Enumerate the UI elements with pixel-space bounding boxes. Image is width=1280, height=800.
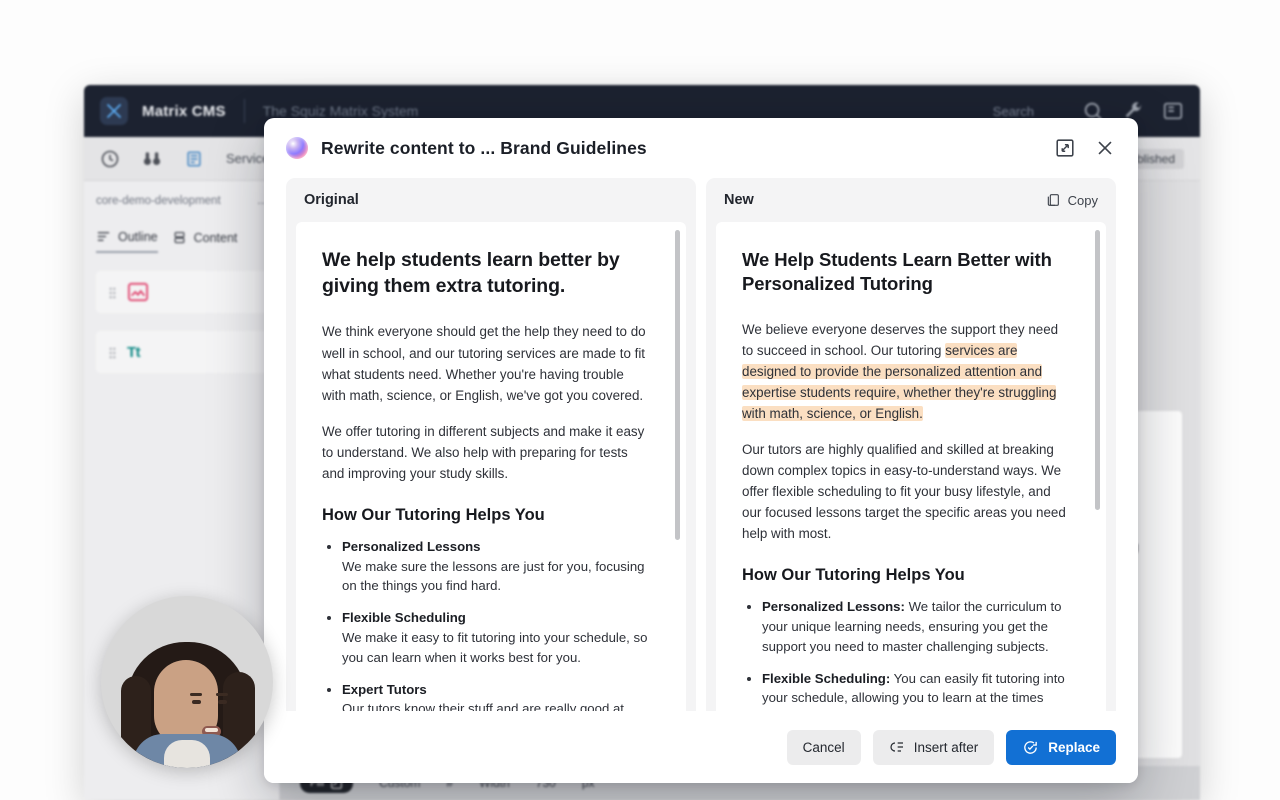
replace-button[interactable]: Replace	[1006, 729, 1116, 765]
avatar	[121, 642, 255, 768]
original-scrollbar[interactable]	[675, 230, 680, 540]
list-item: Expert Tutors Our tutors know their stuf…	[342, 680, 648, 711]
new-scrollbar[interactable]	[1095, 230, 1100, 510]
new-paragraph-2: Our tutors are highly qualified and skil…	[742, 442, 1066, 542]
dialog-footer: Cancel Insert after Replace	[264, 711, 1138, 783]
list-item: Flexible Scheduling: You can easily fit …	[762, 669, 1068, 711]
original-panel: Original We help students learn better b…	[286, 178, 696, 711]
drag-handle-icon[interactable]	[108, 286, 117, 299]
panel-title-original: Original	[304, 192, 359, 208]
original-heading: We help students learn better by giving …	[322, 249, 620, 297]
expand-icon[interactable]	[1054, 137, 1076, 159]
screen: Matrix CMS The Squiz Matrix System Searc…	[0, 0, 1280, 800]
sidebar-item-label: Content	[193, 230, 238, 245]
ai-sparkle-icon	[286, 137, 308, 159]
list-view-icon[interactable]	[184, 149, 204, 169]
binoculars-icon[interactable]	[142, 149, 162, 169]
copy-label: Copy	[1067, 192, 1098, 208]
replace-label: Replace	[1048, 739, 1100, 755]
original-scroll-area[interactable]: We help students learn better by giving …	[322, 248, 660, 711]
original-bullet-list: Personalized Lessons We make sure the le…	[322, 537, 648, 711]
bullet-desc: We make sure the lessons are just for yo…	[342, 558, 645, 594]
insert-after-button[interactable]: Insert after	[872, 729, 995, 765]
bullet-term: Personalized Lessons	[342, 538, 481, 554]
new-heading: We Help Students Learn Better with Perso…	[742, 249, 1052, 295]
bullet-term: Expert Tutors	[342, 681, 427, 697]
original-paragraph-1: We think everyone should get the help th…	[322, 324, 646, 403]
text-block-icon: Tt	[127, 343, 141, 361]
insert-after-label: Insert after	[913, 739, 979, 755]
original-document[interactable]: We help students learn better by giving …	[296, 222, 686, 711]
insert-after-icon	[890, 742, 903, 752]
eye-right	[218, 700, 227, 704]
block-item-text[interactable]: Tt	[96, 331, 267, 373]
breadcrumb-path[interactable]: core-demo-development	[96, 195, 221, 207]
breadcrumb: core-demo-development ...	[96, 195, 267, 207]
bullet-term: Flexible Scheduling	[342, 610, 466, 626]
new-subheading: How Our Tutoring Helps You	[742, 566, 965, 585]
comparison-panels: Original We help students learn better b…	[264, 178, 1138, 711]
new-paragraph-1: We believe everyone deserves the support…	[742, 319, 1068, 424]
shirt-shape	[164, 740, 210, 768]
cms-brand-title: Matrix CMS	[142, 102, 226, 120]
panel-title-new: New	[724, 192, 754, 208]
copy-icon	[1047, 194, 1059, 206]
replace-check-icon	[1024, 740, 1038, 754]
new-bullet-list: Personalized Lessons: We tailor the curr…	[742, 597, 1068, 711]
new-scroll-area[interactable]: We Help Students Learn Better with Perso…	[742, 248, 1080, 711]
original-paragraph-2: We offer tutoring in different subjects …	[322, 423, 645, 481]
eyebrow-right	[216, 693, 228, 696]
cancel-label: Cancel	[802, 739, 845, 755]
sidebar-item-outline[interactable]: Outline	[96, 229, 158, 253]
new-panel: New Copy We Help Students Learn Better w…	[706, 178, 1116, 711]
dialog-title: Rewrite content to ... Brand Guidelines	[321, 137, 647, 158]
cms-subtitle: The Squiz Matrix System	[262, 103, 419, 119]
dialog-header: Rewrite content to ... Brand Guidelines	[264, 118, 1138, 178]
sidebar-tabs: Outline Content	[96, 229, 267, 253]
close-icon[interactable]	[1094, 137, 1116, 159]
sidebar-item-content[interactable]: Content	[172, 229, 238, 253]
new-document[interactable]: We Help Students Learn Better with Perso…	[716, 222, 1106, 711]
bullet-term: Personalized Lessons:	[762, 599, 905, 615]
global-search-input[interactable]: Search	[993, 104, 1034, 119]
sidebar-item-label: Outline	[118, 229, 158, 244]
outline-icon	[97, 232, 110, 241]
list-item: Flexible Scheduling We make it easy to f…	[342, 608, 648, 667]
book-icon[interactable]	[1162, 100, 1184, 122]
drag-handle-icon[interactable]	[108, 346, 117, 359]
list-item: Personalized Lessons We make sure the le…	[342, 537, 648, 596]
content-icon	[174, 231, 185, 244]
webcam-video-bubble[interactable]	[101, 596, 273, 768]
matrix-logo-icon	[100, 97, 128, 125]
original-panel-header: Original	[286, 178, 696, 222]
bullet-desc: We make it easy to fit tutoring into you…	[342, 629, 648, 665]
divider	[243, 99, 245, 123]
history-icon[interactable]	[100, 149, 120, 169]
eye-left	[192, 700, 201, 704]
new-panel-header: New Copy	[706, 178, 1116, 222]
bullet-desc: Our tutors know their stuff and are real…	[342, 701, 624, 711]
list-item: Personalized Lessons: We tailor the curr…	[762, 597, 1068, 656]
dialog-header-actions	[1054, 137, 1116, 159]
rewrite-content-dialog: Rewrite content to ... Brand Guidelines …	[264, 118, 1138, 783]
block-item-image[interactable]	[96, 271, 267, 313]
eyebrow-left	[190, 693, 202, 696]
copy-button[interactable]: Copy	[1045, 192, 1098, 208]
cancel-button[interactable]: Cancel	[786, 729, 861, 765]
original-subheading: How Our Tutoring Helps You	[322, 505, 545, 524]
bullet-term: Flexible Scheduling:	[762, 670, 891, 686]
image-block-icon	[127, 282, 149, 302]
